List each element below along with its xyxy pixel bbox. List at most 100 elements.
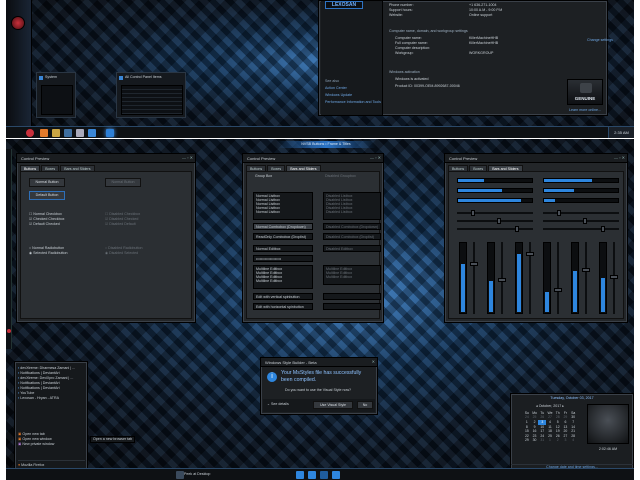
slider-thumb[interactable] — [471, 210, 476, 216]
rail-orb-icon[interactable] — [7, 329, 11, 333]
section-computer-name: Computer name, domain, and workgroup set… — [389, 29, 468, 33]
dialog-title: Windows Style Builder - Beta — [261, 358, 377, 367]
use-visual-style-button[interactable]: Use Visual Style — [313, 401, 353, 409]
password-field[interactable]: •••••••••••••••••••• — [253, 255, 313, 262]
see-also-performance[interactable]: Performance Information and Tools — [325, 100, 383, 105]
calendar-day[interactable]: 4 — [569, 438, 577, 443]
app-taskbar-icon[interactable] — [88, 129, 96, 137]
radio-selected[interactable]: ◉ Selected Radiobutton — [29, 251, 68, 256]
change-settings-link[interactable]: Change settings — [587, 38, 613, 43]
slider-thumb[interactable] — [600, 226, 605, 232]
window-title: Control Preview — [243, 154, 383, 163]
calendar-day[interactable]: 3 — [562, 438, 570, 443]
calendar-day[interactable]: 31 — [538, 438, 546, 443]
clock[interactable]: 2:35 AM — [608, 127, 634, 138]
app-taskbar-icon[interactable] — [320, 471, 328, 479]
tab-panel: Group Box Disabled Groupbox Normal Listb… — [246, 171, 381, 319]
vertical-slider-thumb[interactable] — [582, 268, 590, 273]
window-controls[interactable]: — ▫ ✕ — [182, 155, 193, 160]
see-details-toggle[interactable]: ⌄ See details — [267, 402, 289, 407]
slider-thumb[interactable] — [582, 218, 587, 224]
slider-thumb[interactable] — [514, 226, 519, 232]
activation-status: Windows is activated — [395, 77, 429, 81]
slider-track[interactable] — [457, 228, 533, 230]
app-taskbar-icon[interactable] — [308, 471, 316, 479]
list-item: Disabled Listbox — [326, 210, 353, 214]
start-orb-icon[interactable] — [26, 129, 34, 137]
vertical-slider-thumb[interactable] — [498, 278, 506, 283]
vertical-slider-thumb[interactable] — [554, 288, 562, 293]
slider-track[interactable] — [543, 220, 619, 222]
vertical-slider-track[interactable] — [473, 242, 475, 314]
calendar-day[interactable]: 30 — [531, 438, 539, 443]
combo-normal[interactable]: Normal Combobox (Dropdown) — [253, 223, 313, 230]
calendar-header[interactable]: Tuesday, October 03, 2017 — [511, 396, 633, 401]
app-taskbar-icon[interactable] — [76, 129, 84, 137]
clock-time: 2:02:46 AM — [598, 447, 618, 451]
normal-button[interactable]: Normal Button — [29, 178, 65, 187]
control-panel-taskbar-icon[interactable] — [106, 129, 114, 137]
combo-readonly[interactable]: ReadOnly Combobox (Droplist) — [253, 233, 313, 240]
vertical-slider-track[interactable] — [557, 242, 559, 314]
checkbox-disabled-default: ☑ Disabled Default — [105, 222, 136, 226]
thumbnail-cp-title: All Control Panel Items — [125, 75, 162, 79]
learn-more-link[interactable]: Learn more online... — [569, 108, 601, 113]
vertical-slider-thumb[interactable] — [526, 251, 534, 256]
see-also-windows-update[interactable]: Windows Update — [325, 93, 352, 98]
tooltip: Open a new browser tab — [90, 436, 136, 443]
checkbox-default[interactable]: ☑ Default Checked — [29, 222, 64, 227]
vertical-slider-thumb[interactable] — [470, 261, 478, 266]
spin-vertical[interactable]: Edit with vertical spinbutton — [253, 293, 313, 300]
firefox-icon: ● — [18, 463, 21, 467]
normal-listbox[interactable]: Normal Listbox Normal Listbox Normal Lis… — [253, 192, 313, 220]
disabled-button: Normal Button — [105, 178, 141, 187]
no-button[interactable]: No — [357, 401, 373, 409]
app-orb-icon[interactable] — [11, 16, 25, 30]
system-properties-window: LEXOSAN See also Action Center Windows U… — [318, 0, 613, 116]
slider-track[interactable] — [543, 228, 619, 230]
app-taskbar-icon[interactable] — [296, 471, 304, 479]
show-desktop-icon[interactable] — [176, 471, 184, 479]
calendar-day[interactable]: 1 — [546, 438, 554, 443]
dialog-footer: ⌄ See details Use Visual Style No — [263, 399, 375, 412]
jumplist-item[interactable]: ▪ Lexosan - Hryan - ATRA — [18, 396, 85, 401]
calendar-day[interactable]: 2 — [554, 438, 562, 443]
multiline-edit[interactable]: Multiline Editbox Multiline Editbox Mult… — [253, 265, 313, 289]
explorer-taskbar-icon[interactable] — [52, 129, 60, 137]
slider-track[interactable] — [457, 212, 533, 214]
vertical-slider-track[interactable] — [585, 242, 587, 314]
progress-fill — [544, 189, 574, 192]
firefox-jumplist: ▪ devXtreme: Dharmesa Zamani | ... ▪ Noti… — [14, 361, 88, 479]
close-icon[interactable]: ✕ — [372, 359, 375, 364]
slider-track[interactable] — [457, 220, 533, 222]
app-taskbar-icon[interactable] — [332, 471, 340, 479]
slider-thumb[interactable] — [496, 218, 501, 224]
app-taskbar-icon[interactable] — [64, 129, 72, 137]
vertical-progress — [543, 242, 551, 314]
progress-bar — [457, 198, 533, 203]
firefox-taskbar-icon[interactable] — [40, 129, 48, 137]
progress-bar — [543, 178, 619, 183]
combo-disabled: Disabled Combobox (Dropdown) — [323, 223, 381, 230]
slider-thumb[interactable] — [557, 210, 562, 216]
genuine-logo-icon — [580, 83, 592, 93]
progress-fill — [458, 179, 484, 182]
section-activation: Windows activation — [389, 70, 420, 74]
window-controls[interactable]: — ▫ ✕ — [614, 155, 625, 160]
edit-normal[interactable]: Normal Editbox — [253, 245, 313, 252]
see-also-action-center[interactable]: Action Center — [325, 86, 347, 91]
vertical-slider-thumb[interactable] — [610, 275, 618, 279]
default-button[interactable]: Default Button — [29, 191, 65, 200]
info-icon: i — [267, 372, 277, 382]
vertical-progress — [571, 242, 579, 314]
calendar-day[interactable]: 29 — [523, 438, 531, 443]
slider-track[interactable] — [543, 212, 619, 214]
thumbnail-control-panel[interactable]: All Control Panel Items — [116, 72, 186, 118]
vertical-fill — [461, 264, 465, 312]
progress-bar — [543, 198, 619, 203]
spin-horizontal[interactable]: Edit with horizontal spinbutton — [253, 303, 313, 310]
calendar-month[interactable]: ◂ October, 2017 ▸ — [523, 404, 577, 409]
thumbnail-system[interactable]: System — [36, 72, 76, 118]
window-controls[interactable]: — ▫ ✕ — [370, 155, 381, 160]
task-new-private-window[interactable]: ▣ New private window — [18, 442, 85, 447]
